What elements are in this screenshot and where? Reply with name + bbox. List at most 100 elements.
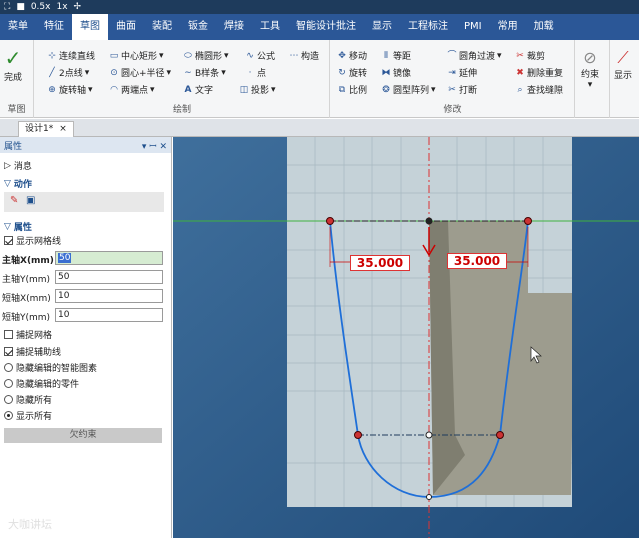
projection-button[interactable]: ◫ 投影 ▾: [239, 83, 276, 97]
break-button[interactable]: ✂ 打断: [447, 83, 477, 97]
speed-label[interactable]: 1x: [56, 2, 67, 12]
offset-button[interactable]: ⫴ 等距: [381, 49, 411, 63]
scale-icon: ⧉: [338, 84, 346, 95]
ribbon-group-sketch: ✓ 完成 草图: [0, 40, 34, 118]
rotate-button[interactable]: ↻ 旋转: [337, 66, 367, 80]
bottom-point[interactable]: [426, 494, 432, 500]
sketch-canvas[interactable]: 35.000 35.000: [173, 137, 639, 538]
snap-guide-checkbox[interactable]: 捕捉辅助线: [4, 345, 61, 358]
menu-item-12[interactable]: 常用: [490, 14, 526, 40]
center-rect-button[interactable]: ▭ 中心矩形 ▾: [109, 49, 164, 63]
origin-point[interactable]: [425, 217, 433, 225]
snap-grid-checkbox[interactable]: 捕捉网格: [4, 328, 52, 341]
underconstrained-button[interactable]: 欠约束: [4, 428, 162, 443]
menu-item-3[interactable]: 曲面: [108, 14, 144, 40]
major-x-input[interactable]: 50: [55, 251, 163, 265]
menu-item-9[interactable]: 显示: [364, 14, 400, 40]
major-y-input[interactable]: 50: [55, 270, 163, 284]
menu-item-11[interactable]: PMI: [456, 14, 490, 40]
sketch-svg: [173, 137, 639, 538]
menu-item-2[interactable]: 草图: [72, 14, 108, 40]
construct-button[interactable]: ⋯ 构造: [289, 49, 320, 63]
circular-array-button[interactable]: ❂ 圆型阵列 ▾: [381, 83, 435, 97]
minor-x-input[interactable]: 10: [55, 289, 163, 303]
formula-button[interactable]: ∿ 公式: [245, 49, 275, 63]
show-grid-checkbox[interactable]: 显示网格线: [4, 234, 61, 247]
move-button[interactable]: ✥ 移动: [337, 49, 367, 63]
ribbon-group-modify: ✥ 移动 ↻ 旋转 ⧉ 比例 ⫴ 等距 ⧓ 镜像 ❂ 圆型阵列 ▾ ⌒ 圆角过渡 ▾ ⇥ 延伸 ✂ 打…: [331, 40, 575, 118]
section-properties[interactable]: ▽ 属性: [4, 220, 32, 234]
two-endpoint-button[interactable]: ◠ 两端点 ▾: [109, 83, 154, 97]
pin-icon[interactable]: ✢: [74, 2, 82, 12]
trim-button[interactable]: ✂ 裁剪: [515, 49, 545, 63]
text-button[interactable]: A 文字: [183, 83, 214, 97]
stop-icon[interactable]: ■: [16, 2, 25, 12]
mirror-button[interactable]: ⧓ 镜像: [381, 66, 412, 80]
complete-button[interactable]: ✓ 完成: [4, 46, 22, 83]
constraint-button[interactable]: ⊘ 约束 ▾: [581, 48, 599, 90]
chevron-right-icon: ▷: [4, 160, 11, 171]
save-icon[interactable]: ▣: [26, 195, 35, 206]
menu-item-13[interactable]: 加载: [526, 14, 562, 40]
menu-item-1[interactable]: 特征: [36, 14, 72, 40]
section-message[interactable]: ▷ 消息: [4, 159, 32, 173]
radio-hide-part[interactable]: 隐藏编辑的零件: [4, 377, 79, 390]
formula-icon: ∿: [246, 50, 254, 61]
radio-icon: [4, 395, 13, 404]
endpoint-top-left[interactable]: [326, 217, 334, 225]
bspline-button[interactable]: ∼ B样条 ▾: [183, 66, 226, 80]
rotate-icon: ↻: [338, 67, 346, 78]
radio-icon: [4, 411, 13, 420]
ribbon-group-constraint: ⊘ 约束 ▾: [576, 40, 610, 118]
menu-item-6[interactable]: 焊接: [216, 14, 252, 40]
close-icon[interactable]: ×: [59, 122, 67, 137]
ellipse-button[interactable]: ⬭ 椭圆形 ▾: [183, 49, 228, 63]
field-label-major-x: 主轴X(mm): [2, 256, 54, 266]
field-label-minor-y: 短轴Y(mm): [2, 313, 51, 323]
section-action[interactable]: ▽ 动作: [4, 177, 32, 191]
ribbon-group-draw: ⊹ 连续直线 ▭ 中心矩形 ▾ ⬭ 椭圆形 ▾ ∿ 公式 ⋯ 构造 ╱ 2点线 ▾ ⊙ 圆心+半径 ▾…: [35, 40, 330, 118]
panel-controls[interactable]: ▾ ꟷ ✕: [142, 139, 167, 152]
delete-duplicate-button[interactable]: ✖ 删除重复: [515, 66, 563, 80]
find-gap-icon: ⌕: [517, 84, 523, 95]
spline-icon: ∼: [184, 67, 192, 78]
complete-label: 完成: [4, 73, 23, 83]
dimension-right-label[interactable]: 35.000: [447, 253, 507, 269]
check-icon: ✓: [4, 46, 22, 70]
menu-item-8[interactable]: 智能设计批注: [288, 14, 364, 40]
extend-button[interactable]: ⇥ 延伸: [447, 66, 477, 80]
minor-y-input[interactable]: 10: [55, 308, 163, 322]
panel-header: 属性 ▾ ꟷ ✕: [0, 137, 171, 153]
menu-item-0[interactable]: 菜单: [0, 14, 36, 40]
find-gap-button[interactable]: ⌕ 查找缝隙: [515, 83, 563, 97]
endpoint-bottom-right[interactable]: [496, 431, 504, 439]
group-label-sketch: 草图: [7, 105, 26, 115]
endpoint-top-right[interactable]: [524, 217, 532, 225]
fillet-button[interactable]: ⌒ 圆角过渡 ▾: [447, 49, 501, 63]
document-tab[interactable]: 设计1* ×: [18, 121, 74, 137]
two-point-line-button[interactable]: ╱ 2点线 ▾: [47, 66, 89, 80]
menu-item-4[interactable]: 装配: [144, 14, 180, 40]
zoom-label[interactable]: 0.5x: [31, 2, 51, 12]
rotation-axis-button[interactable]: ⊕ 旋转轴 ▾: [47, 83, 92, 97]
continuous-line-button[interactable]: ⊹ 连续直线: [47, 49, 95, 63]
point-button[interactable]: · 点: [245, 66, 266, 80]
menu-item-7[interactable]: 工具: [252, 14, 288, 40]
radio-hide-all[interactable]: 隐藏所有: [4, 393, 52, 406]
endpoint-bottom-left[interactable]: [354, 431, 362, 439]
edit-icon[interactable]: ✎: [10, 195, 18, 206]
menu-item-10[interactable]: 工程标注: [400, 14, 456, 40]
extend-icon: ⇥: [448, 67, 456, 78]
display-button[interactable]: ⟋ 显示: [614, 48, 632, 81]
group-label-modify: 修改: [443, 105, 462, 115]
projection-icon: ◫: [239, 84, 249, 95]
radio-hide-smart[interactable]: 隐藏编辑的智能图素: [4, 361, 97, 374]
mirror-icon: ⧓: [381, 67, 391, 78]
center-point[interactable]: [425, 431, 433, 439]
radio-show-all[interactable]: 显示所有: [4, 409, 52, 422]
scale-button[interactable]: ⧉ 比例: [337, 83, 367, 97]
menu-item-5[interactable]: 钣金: [180, 14, 216, 40]
expand-icon[interactable]: ⛶: [4, 2, 10, 12]
dimension-left-label[interactable]: 35.000: [350, 255, 410, 271]
circle-radius-button[interactable]: ⊙ 圆心+半径 ▾: [109, 66, 171, 80]
